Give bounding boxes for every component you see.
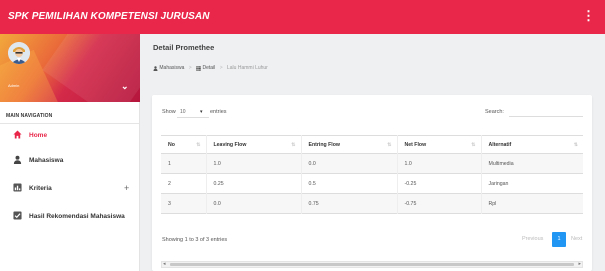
entries-length-select[interactable]: 10 ▾ [177, 106, 209, 118]
promethee-table: No ⇅ Leaving Flow ⇅ Entring Flow ⇅ Net Flow… [161, 135, 583, 214]
table-row: 1 1.0 0.0 1.0 Multimedia [161, 153, 583, 174]
avatar-icon [8, 42, 30, 64]
person-icon [153, 65, 158, 71]
sidebar-item-home[interactable]: Home [0, 126, 139, 146]
table-cell: 2 [161, 173, 207, 194]
search-input[interactable] [509, 104, 583, 117]
table-icon [196, 65, 201, 71]
chart-icon [13, 183, 22, 192]
table-row: 2 0.25 0.5 -0.25 Jaringan [161, 173, 583, 194]
next-button[interactable]: Next [571, 232, 582, 247]
checkbox-icon [13, 211, 22, 220]
kebab-menu-icon[interactable]: ⋮ [582, 9, 595, 23]
table-cell: -0.75 [397, 193, 482, 214]
table-cell: Multimedia [488, 160, 514, 167]
nav-divider [0, 123, 139, 124]
show-label: Show [162, 109, 176, 115]
sidebar: Admin ⌄ MAIN NAVIGATION Home Mahasiswa K… [0, 34, 140, 271]
table-cell: 3 [161, 193, 207, 214]
entries-label: entries [210, 109, 227, 115]
column-header-entring-flow[interactable]: Entring Flow ⇅ [301, 135, 398, 154]
sidebar-item-hasil-rekomendasi[interactable]: Hasil Rekomendasi Mahasiswa [0, 207, 139, 227]
table-cell: 0.0 [301, 153, 398, 174]
sidebar-item-label: Kriteria [29, 185, 52, 192]
horizontal-scrollbar[interactable]: ◂ ▸ [161, 261, 583, 268]
sort-icon: ⇅ [471, 142, 476, 148]
page-title: Detail Promethee [153, 43, 215, 52]
table-cell: Jaringan [488, 180, 509, 187]
sidebar-item-label: Hasil Rekomendasi Mahasiswa [29, 213, 125, 220]
breadcrumb-item-detail[interactable]: Detail [196, 65, 215, 71]
scrollbar-thumb[interactable] [170, 263, 574, 266]
scroll-right-icon[interactable]: ▸ [578, 261, 581, 267]
table-cell: 1 [161, 153, 207, 174]
user-name: Admin [8, 83, 20, 88]
table-info: Showing 1 to 3 of 3 entries [162, 237, 228, 243]
table-cell: 0.5 [301, 173, 398, 194]
table-row: 3 0.0 0.75 -0.75 Rpl [161, 193, 583, 214]
search-label: Search: [485, 109, 504, 115]
breadcrumb-item-mahasiswa[interactable]: Mahasiswa [153, 65, 184, 71]
breadcrumb-separator: > [219, 65, 223, 72]
table-cell: 0.75 [301, 193, 398, 214]
table-cell: 0.0 [206, 193, 302, 214]
table-cell: Rpl [488, 200, 497, 207]
column-header-no[interactable]: No ⇅ [161, 135, 207, 154]
column-header-leaving-flow[interactable]: Leaving Flow ⇅ [206, 135, 302, 154]
breadcrumb-separator: > [188, 65, 192, 72]
sort-icon: ⇅ [291, 142, 296, 148]
breadcrumb-current: Lalu Hammi Luhur [227, 65, 268, 72]
table-cell: -0.25 [397, 173, 482, 194]
page-1-button[interactable]: 1 [552, 232, 566, 247]
sort-icon: ⇅ [387, 142, 392, 148]
sort-icon: ⇅ [196, 142, 201, 148]
sidebar-item-kriteria[interactable]: Kriteria + [0, 179, 139, 199]
breadcrumb: Mahasiswa > Detail > Lalu Hammi Luhur [153, 65, 268, 72]
sidebar-item-label: Home [29, 132, 48, 139]
table-cell: 1.0 [397, 153, 482, 174]
user-panel: Admin ⌄ [0, 34, 140, 102]
top-navbar: SPK PEMILIHAN KOMPETENSI JURUSAN ⋮ [0, 0, 605, 34]
expand-plus-icon[interactable]: + [124, 183, 129, 193]
avatar [8, 42, 30, 64]
person-icon [13, 155, 22, 164]
sidebar-item-label: Mahasiswa [29, 157, 64, 164]
table-header-row: No ⇅ Leaving Flow ⇅ Entring Flow ⇅ Net Flow… [161, 135, 583, 154]
column-header-net-flow[interactable]: Net Flow ⇅ [397, 135, 482, 154]
data-table-card: Show 10 ▾ entries Search: No ⇅ Leaving Fl… [152, 95, 592, 271]
sort-icon: ⇅ [573, 142, 578, 148]
table-cell: 0.25 [206, 173, 302, 194]
chevron-down-icon[interactable]: ⌄ [121, 81, 129, 92]
table-cell: 1.0 [206, 153, 302, 174]
sidebar-item-mahasiswa[interactable]: Mahasiswa [0, 151, 139, 171]
nav-header: MAIN NAVIGATION [6, 113, 53, 119]
caret-down-icon: ▾ [200, 109, 203, 115]
column-header-alternatif[interactable]: Alternatif ⇅ [481, 136, 583, 154]
app-title[interactable]: SPK PEMILIHAN KOMPETENSI JURUSAN [8, 11, 210, 22]
scroll-left-icon[interactable]: ◂ [163, 261, 166, 267]
home-icon [13, 130, 22, 139]
previous-button[interactable]: Previous [522, 232, 543, 247]
